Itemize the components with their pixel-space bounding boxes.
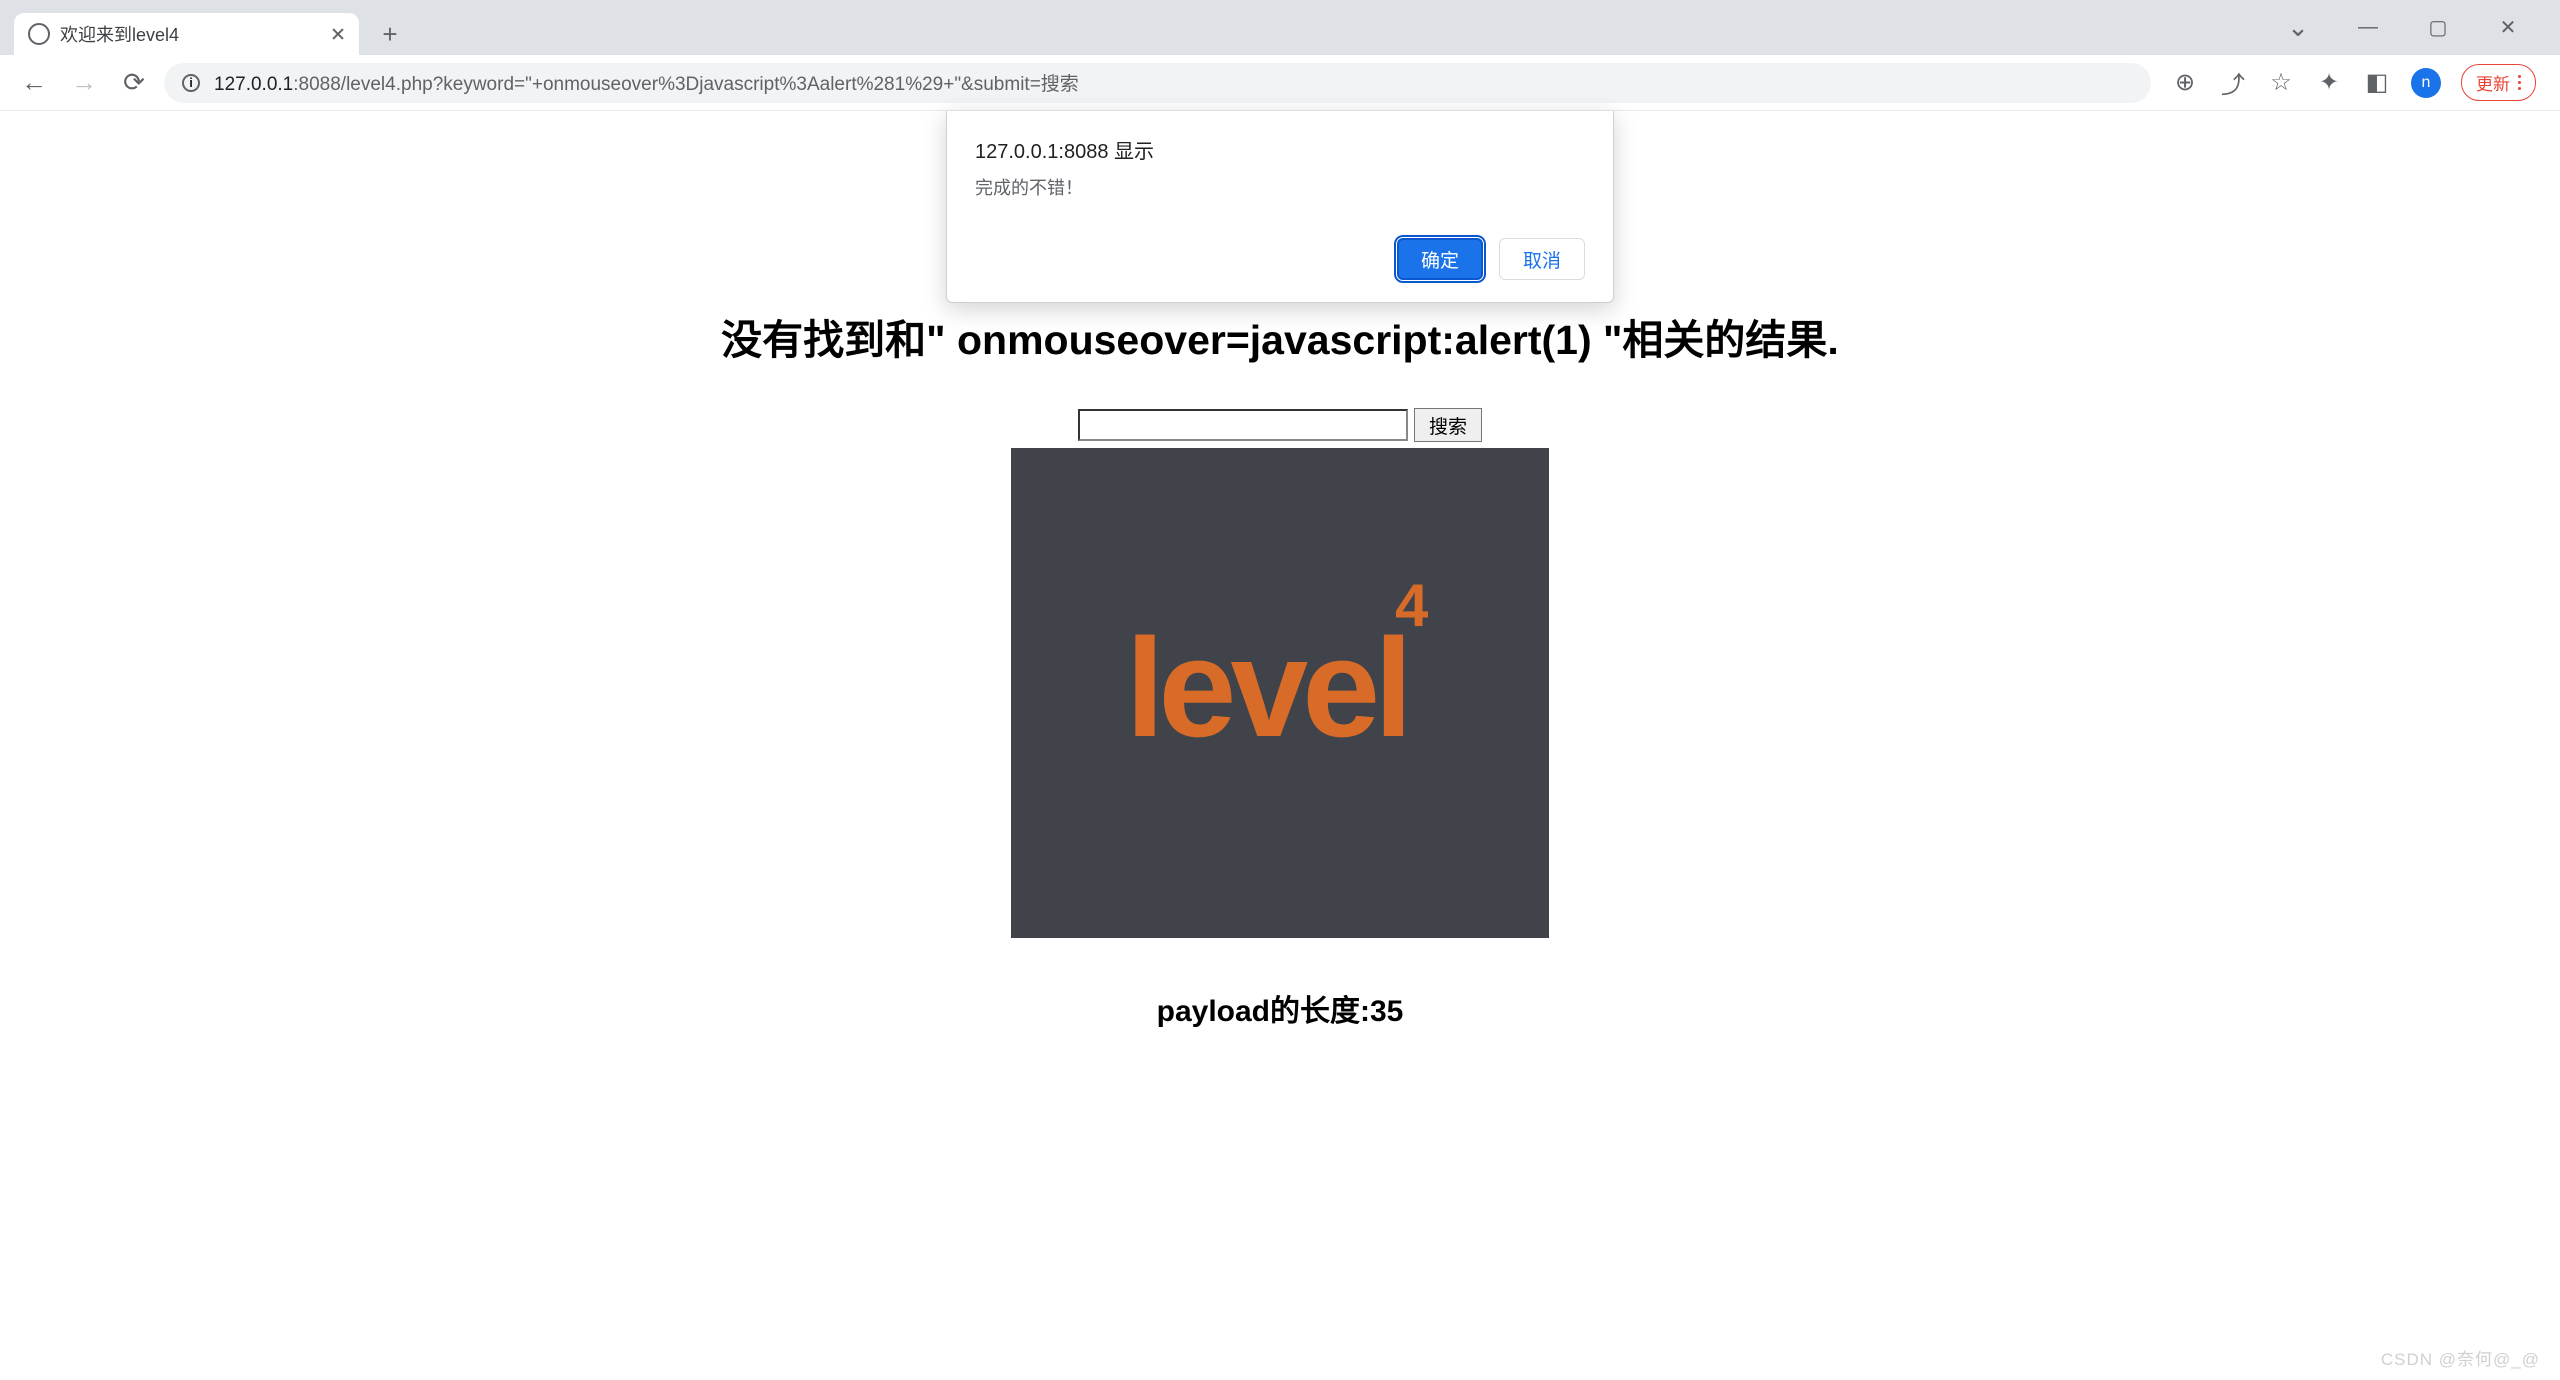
maximize-icon[interactable]: ▢ bbox=[2414, 15, 2462, 40]
site-info-icon[interactable]: i bbox=[182, 74, 200, 92]
browser-titlebar: 欢迎来到level4 + ⌄ — ▢ ✕ bbox=[0, 0, 2560, 55]
address-port: :8088 bbox=[293, 74, 341, 95]
side-panel-icon[interactable]: ◧ bbox=[2363, 69, 2391, 97]
back-button[interactable]: ← bbox=[14, 63, 54, 103]
bookmark-icon[interactable]: ☆ bbox=[2267, 69, 2295, 97]
window-controls: ⌄ — ▢ ✕ bbox=[2274, 0, 2560, 55]
address-bar[interactable]: i 127.0.0.1:8088/level4.php?keyword="+on… bbox=[164, 63, 2151, 103]
new-tab-button[interactable]: + bbox=[373, 17, 407, 51]
dialog-message: 完成的不错！ bbox=[975, 174, 1585, 200]
update-label: 更新 bbox=[2476, 70, 2510, 95]
browser-tab[interactable]: 欢迎来到level4 bbox=[14, 13, 359, 55]
profile-avatar[interactable]: n bbox=[2411, 68, 2441, 98]
logo-superscript: 4 bbox=[1395, 572, 1422, 639]
globe-icon bbox=[28, 23, 50, 45]
level-logo: level4 bbox=[1126, 618, 1435, 768]
reload-button[interactable]: ⟳ bbox=[114, 63, 154, 103]
dialog-cancel-button[interactable]: 取消 bbox=[1499, 238, 1585, 280]
watermark: CSDN @奈何@_@ bbox=[2381, 1345, 2540, 1370]
close-window-icon[interactable]: ✕ bbox=[2484, 15, 2532, 40]
address-url: 127.0.0.1:8088/level4.php?keyword="+onmo… bbox=[214, 69, 1079, 96]
extensions-icon[interactable]: ✦ bbox=[2315, 69, 2343, 97]
result-heading: 没有找到和" onmouseover=javascript:alert(1) "… bbox=[0, 306, 2560, 366]
menu-dots-icon bbox=[2518, 75, 2521, 90]
search-input[interactable] bbox=[1078, 409, 1408, 441]
zoom-icon[interactable]: ⊕ bbox=[2171, 69, 2199, 97]
minimize-icon[interactable]: — bbox=[2344, 16, 2392, 39]
dialog-ok-button[interactable]: 确定 bbox=[1397, 238, 1483, 280]
level-image: level4 bbox=[1011, 448, 1549, 938]
logo-text: level bbox=[1126, 609, 1407, 766]
chevron-down-icon[interactable]: ⌄ bbox=[2274, 12, 2322, 43]
forward-button[interactable]: → bbox=[64, 63, 104, 103]
dialog-actions: 确定 取消 bbox=[975, 238, 1585, 280]
address-path: /level4.php?keyword="+onmouseover%3Djava… bbox=[341, 74, 1079, 95]
close-tab-icon[interactable] bbox=[331, 27, 345, 41]
toolbar-actions: ⊕ ⤴ ☆ ✦ ◧ n 更新 bbox=[2161, 64, 2546, 101]
update-button[interactable]: 更新 bbox=[2461, 64, 2536, 101]
search-form: 搜索 bbox=[0, 408, 2560, 442]
search-button[interactable]: 搜索 bbox=[1414, 408, 1482, 442]
payload-length: payload的长度:35 bbox=[0, 986, 2560, 1030]
browser-toolbar: ← → ⟳ i 127.0.0.1:8088/level4.php?keywor… bbox=[0, 55, 2560, 111]
tab-title: 欢迎来到level4 bbox=[60, 21, 321, 47]
alert-dialog: 127.0.0.1:8088 显示 完成的不错！ 确定 取消 bbox=[946, 111, 1614, 303]
address-host: 127.0.0.1 bbox=[214, 74, 293, 95]
dialog-title: 127.0.0.1:8088 显示 bbox=[975, 135, 1585, 164]
share-icon[interactable]: ⤴ bbox=[2219, 69, 2247, 97]
